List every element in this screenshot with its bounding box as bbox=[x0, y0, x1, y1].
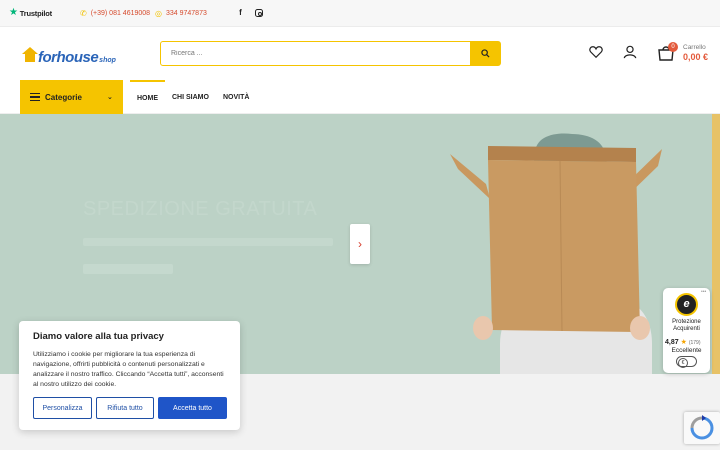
cookie-buttons: Personalizza Rifiuta tutto Accetta tutto bbox=[33, 397, 227, 419]
reject-cookies-button[interactable]: Rifiuta tutto bbox=[96, 397, 154, 419]
social-links: f bbox=[236, 8, 263, 17]
categories-label: Categorie bbox=[45, 92, 82, 102]
site-header: forhouse shop bbox=[0, 27, 720, 80]
trusted-shops-seal-icon: e bbox=[675, 293, 698, 316]
trusted-rating: 4,87 ★ (179) bbox=[665, 338, 710, 346]
rating-star-icon: ★ bbox=[680, 339, 687, 346]
trustpilot-label: Trustpilot bbox=[19, 8, 52, 18]
cart-count-badge: 0 bbox=[668, 42, 678, 52]
hero-title: SPEDIZIONE GRATUITA bbox=[83, 198, 318, 220]
recaptcha-icon bbox=[690, 415, 714, 440]
trusted-label: Protezione Acquirenti bbox=[672, 319, 701, 332]
rating-grade: Eccellente bbox=[671, 347, 702, 354]
chevron-right-icon: › bbox=[358, 237, 362, 251]
nav-item-chi-siamo[interactable]: CHI SIAMO bbox=[165, 80, 216, 114]
top-bar: ★ Trustpilot ✆ (+39) 081 4619008 ◎ 334 9… bbox=[0, 0, 720, 27]
nav-menu: HOME CHI SIAMO NOVITÀ bbox=[130, 80, 256, 114]
trustpilot-logo[interactable]: ★ Trustpilot bbox=[9, 8, 52, 18]
trustpilot-star-icon: ★ bbox=[9, 7, 18, 18]
close-icon[interactable]: ••• bbox=[701, 289, 706, 295]
search-icon bbox=[480, 49, 490, 58]
cart-total[interactable]: 0,00 € bbox=[683, 52, 708, 62]
rating-count: (179) bbox=[688, 340, 701, 346]
cookie-title: Diamo valore alla tua privacy bbox=[33, 331, 164, 342]
phone-icon: ✆ bbox=[80, 9, 87, 18]
accept-cookies-button[interactable]: Accetta tutto bbox=[158, 397, 227, 419]
nav-item-novita[interactable]: NOVITÀ bbox=[216, 80, 256, 114]
rating-value: 4,87 bbox=[665, 339, 679, 346]
main-navbar: Categorie ⌄ HOME CHI SIAMO NOVITÀ bbox=[0, 80, 720, 114]
slider-next-arrow[interactable]: › bbox=[350, 224, 370, 264]
buyer-protection-toggle[interactable] bbox=[676, 356, 697, 368]
recaptcha-badge[interactable] bbox=[684, 412, 720, 444]
logo-text: forhouse bbox=[38, 49, 99, 66]
hero-cta-faded[interactable] bbox=[83, 264, 173, 274]
hamburger-icon bbox=[30, 93, 40, 101]
cart-label[interactable]: Carrello bbox=[683, 44, 706, 51]
search-button[interactable] bbox=[470, 42, 500, 65]
house-logo-icon bbox=[22, 47, 38, 62]
instagram-icon[interactable] bbox=[255, 9, 263, 17]
phone-number-1: (+39) 081 4619008 bbox=[90, 10, 151, 17]
cookie-text: Utilizziamo i cookie per migliorare la t… bbox=[33, 351, 224, 388]
trusted-shops-badge[interactable]: e ••• Protezione Acquirenti 4,87 ★ (179)… bbox=[663, 288, 710, 373]
search-input[interactable] bbox=[161, 42, 470, 65]
phone-link-2[interactable]: ◎ 334 9747873 bbox=[155, 9, 207, 18]
cookie-consent-banner: Diamo valore alla tua privacy Utilizziam… bbox=[19, 321, 240, 430]
phone-number-2: 334 9747873 bbox=[165, 10, 207, 17]
wishlist-heart-icon[interactable] bbox=[589, 45, 603, 59]
whatsapp-icon: ◎ bbox=[155, 9, 162, 18]
account-user-icon[interactable] bbox=[623, 45, 637, 59]
chevron-down-icon: ⌄ bbox=[107, 94, 113, 101]
customize-cookies-button[interactable]: Personalizza bbox=[33, 397, 92, 419]
categories-dropdown[interactable]: Categorie ⌄ bbox=[20, 80, 123, 114]
phone-link-1[interactable]: ✆ (+39) 081 4619008 bbox=[80, 9, 150, 18]
nav-item-home[interactable]: HOME bbox=[130, 80, 165, 114]
site-logo[interactable]: forhouse shop bbox=[22, 47, 116, 66]
hero-side-strip bbox=[712, 114, 720, 374]
logo-subtext: shop bbox=[99, 57, 116, 64]
facebook-icon[interactable]: f bbox=[236, 8, 245, 17]
search-box bbox=[160, 41, 501, 66]
hero-subtitle-faded bbox=[83, 238, 333, 246]
